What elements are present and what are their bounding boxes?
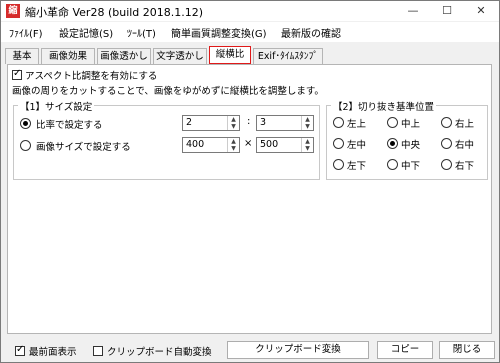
crop-middle-right-radio[interactable] bbox=[441, 138, 452, 149]
spin-down-icon[interactable]: ▼ bbox=[302, 123, 313, 130]
enable-aspect-checkbox[interactable] bbox=[12, 68, 22, 80]
crop-center-label: 中央 bbox=[401, 140, 421, 151]
crop-bottom-left-label: 左下 bbox=[347, 161, 367, 172]
close-window-button[interactable]: ✕ bbox=[464, 1, 498, 21]
tab-text-watermark[interactable]: 文字透かし bbox=[153, 48, 207, 64]
spin-up-icon[interactable]: ▲ bbox=[228, 116, 239, 123]
spin-up-icon[interactable]: ▲ bbox=[302, 138, 313, 145]
size-height-spinner[interactable]: 500 ▲ ▼ bbox=[256, 137, 314, 153]
spin-down-icon[interactable]: ▼ bbox=[228, 145, 239, 152]
crop-top-right-label: 右上 bbox=[455, 119, 475, 130]
size-settings-group: 【1】サイズ設定 比率で設定する 2 ▲ ▼ : 3 ▲ ▼ 画像サイズで設定する … bbox=[13, 99, 320, 180]
size-width-spinner[interactable]: 400 ▲ ▼ bbox=[182, 137, 240, 153]
ratio-width-spinner[interactable]: 2 ▲ ▼ bbox=[182, 115, 240, 131]
clipboard-auto-label: クリップボード自動変換 bbox=[107, 347, 212, 358]
menu-file[interactable]: ﾌｧｲﾙ(F) bbox=[9, 25, 43, 40]
crop-top-right-radio[interactable] bbox=[441, 117, 452, 128]
size-height-arrows[interactable]: ▲ ▼ bbox=[301, 138, 313, 152]
tab-basic[interactable]: 基本 bbox=[5, 48, 39, 64]
size-separator: × bbox=[244, 138, 253, 149]
title-bar: 縮 縮小革命 Ver28 (build 2018.1.12) — ☐ ✕ bbox=[1, 1, 499, 21]
ratio-radio[interactable] bbox=[20, 118, 31, 129]
ratio-height-arrows[interactable]: ▲ ▼ bbox=[301, 116, 313, 130]
clipboard-convert-button[interactable]: クリップボード変換 bbox=[227, 341, 369, 359]
menu-tools[interactable]: ﾂｰﾙ(T) bbox=[127, 25, 156, 40]
spin-up-icon[interactable]: ▲ bbox=[302, 116, 313, 123]
clipboard-auto-checkbox[interactable] bbox=[93, 346, 103, 356]
menu-settings-memory[interactable]: 設定記憶(S) bbox=[59, 25, 113, 40]
enable-aspect-label: アスペクト比調整を有効にする bbox=[25, 71, 158, 82]
ratio-height-value: 3 bbox=[260, 117, 267, 128]
image-size-radio[interactable] bbox=[20, 140, 31, 151]
menu-check-latest[interactable]: 最新版の確認 bbox=[281, 25, 341, 40]
spin-down-icon[interactable]: ▼ bbox=[302, 145, 313, 152]
crop-bottom-right-radio[interactable] bbox=[441, 159, 452, 170]
tab-exif-timestamp[interactable]: Exif･ﾀｲﾑｽﾀﾝﾌﾟ bbox=[253, 48, 323, 64]
ratio-separator: : bbox=[247, 116, 251, 127]
copy-button[interactable]: コピー bbox=[377, 341, 433, 359]
ratio-width-value: 2 bbox=[186, 117, 193, 128]
app-window: 縮 縮小革命 Ver28 (build 2018.1.12) — ☐ ✕ ﾌｧｲ… bbox=[0, 0, 500, 363]
crop-top-left-label: 左上 bbox=[347, 119, 367, 130]
close-button[interactable]: 閉じる bbox=[439, 341, 495, 359]
crop-middle-right-label: 右中 bbox=[455, 140, 475, 151]
crop-top-center-radio[interactable] bbox=[387, 117, 398, 128]
crop-middle-left-radio[interactable] bbox=[333, 138, 344, 149]
tab-panel-aspect-ratio: アスペクト比調整を有効にする 画像の周りをカットすることで、画像をゆがめずに縦横… bbox=[7, 64, 492, 334]
image-size-label: 画像サイズで設定する bbox=[36, 142, 131, 153]
window-title: 縮小革命 Ver28 (build 2018.1.12) bbox=[25, 6, 204, 19]
ratio-label: 比率で設定する bbox=[36, 120, 103, 131]
crop-bottom-right-label: 右下 bbox=[455, 161, 475, 172]
app-icon: 縮 bbox=[6, 4, 20, 18]
crop-center-radio[interactable] bbox=[387, 138, 398, 149]
crop-position-title: 【2】切り抜き基準位置 bbox=[331, 99, 437, 113]
topmost-label: 最前面表示 bbox=[29, 347, 77, 358]
tab-image-effects[interactable]: 画像効果 bbox=[41, 48, 95, 64]
crop-bottom-center-radio[interactable] bbox=[387, 159, 398, 170]
ratio-height-spinner[interactable]: 3 ▲ ▼ bbox=[256, 115, 314, 131]
crop-top-center-label: 中上 bbox=[401, 119, 421, 130]
menu-bar: ﾌｧｲﾙ(F) 設定記憶(S) ﾂｰﾙ(T) 簡単画質調整変換(G) 最新版の確… bbox=[1, 22, 499, 42]
aspect-description: 画像の周りをカットすることで、画像をゆがめずに縦横比を調整します。 bbox=[12, 86, 324, 97]
crop-bottom-left-radio[interactable] bbox=[333, 159, 344, 170]
spin-down-icon[interactable]: ▼ bbox=[228, 123, 239, 130]
tab-aspect-ratio[interactable]: 縦横比 bbox=[209, 46, 251, 64]
crop-top-left-radio[interactable] bbox=[333, 117, 344, 128]
crop-bottom-center-label: 中下 bbox=[401, 161, 421, 172]
tab-image-watermark[interactable]: 画像透かし bbox=[97, 48, 151, 64]
size-width-arrows[interactable]: ▲ ▼ bbox=[227, 138, 239, 152]
menu-easy-quality[interactable]: 簡単画質調整変換(G) bbox=[171, 25, 267, 40]
minimize-button[interactable]: — bbox=[396, 1, 430, 21]
ratio-width-arrows[interactable]: ▲ ▼ bbox=[227, 116, 239, 130]
topmost-checkbox[interactable] bbox=[15, 344, 25, 356]
size-width-value: 400 bbox=[186, 139, 205, 150]
crop-middle-left-label: 左中 bbox=[347, 140, 367, 151]
size-settings-title: 【1】サイズ設定 bbox=[18, 99, 95, 113]
crop-position-group: 【2】切り抜き基準位置 左上 中上 右上 左中 中央 右中 左下 中下 右下 bbox=[326, 99, 488, 180]
spin-up-icon[interactable]: ▲ bbox=[228, 138, 239, 145]
size-height-value: 500 bbox=[260, 139, 279, 150]
bottom-bar: 最前面表示 クリップボード自動変換 クリップボード変換 コピー 閉じる bbox=[1, 339, 499, 363]
maximize-button[interactable]: ☐ bbox=[430, 1, 464, 21]
